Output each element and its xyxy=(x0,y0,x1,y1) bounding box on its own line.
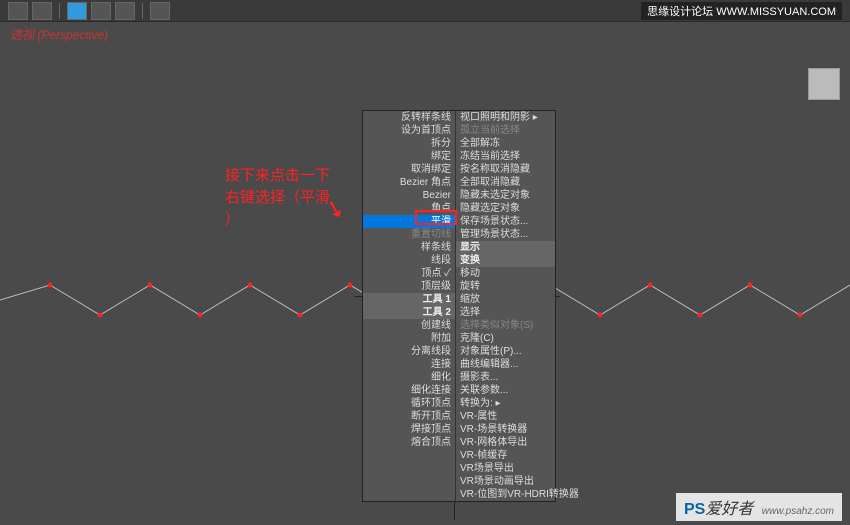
menu-item-menu-right-13[interactable]: 旋转 xyxy=(456,280,555,293)
menu-item-menu-right-9[interactable]: 管理场景状态... xyxy=(456,228,555,241)
menu-item-menu-right-14[interactable]: 缩放 xyxy=(456,293,555,306)
menu-item-menu-right-28[interactable]: VR场景动画导出 xyxy=(456,475,555,488)
menu-item-menu-left-23[interactable]: 断开顶点 xyxy=(363,410,455,423)
menu-item-menu-right-22[interactable]: 转换为: ▸ xyxy=(456,397,555,410)
menu-item-menu-left-25[interactable]: 熔合顶点 xyxy=(363,436,455,449)
toolbar-btn-1[interactable] xyxy=(8,2,28,20)
menu-item-menu-left-11[interactable]: 线段 xyxy=(363,254,455,267)
watermark-bottom: PS爱好者 www.psahz.com xyxy=(676,493,842,521)
menu-item-menu-right-15[interactable]: 选择 xyxy=(456,306,555,319)
watermark-top: 思缘设计论坛 WWW.MISSYUAN.COM xyxy=(641,2,842,20)
menu-item-menu-left-18[interactable]: 分离线段 xyxy=(363,345,455,358)
menu-item-menu-right-20[interactable]: 摄影表... xyxy=(456,371,555,384)
menu-item-menu-right-17[interactable]: 克隆(C) xyxy=(456,332,555,345)
menu-item-menu-right-16[interactable]: 选择类似对象(S) xyxy=(456,319,555,332)
menu-item-menu-right-4[interactable]: 按名称取消隐藏 xyxy=(456,163,555,176)
menu-item-menu-left-22[interactable]: 循环顶点 xyxy=(363,397,455,410)
toolbar-btn-2[interactable] xyxy=(32,2,52,20)
toolbar-btn-3[interactable] xyxy=(67,2,87,20)
menu-item-menu-left-20[interactable]: 细化 xyxy=(363,371,455,384)
menu-item-menu-left-17[interactable]: 附加 xyxy=(363,332,455,345)
menu-item-menu-left-10[interactable]: 样条线 xyxy=(363,241,455,254)
menu-item-menu-left-21[interactable]: 细化连接 xyxy=(363,384,455,397)
menu-item-menu-left-16[interactable]: 创建线 xyxy=(363,319,455,332)
menu-item-menu-left-12[interactable]: 顶点 ✓ xyxy=(363,267,455,280)
menu-item-menu-left-9[interactable]: 重置切线 xyxy=(363,228,455,241)
menu-item-menu-right-23[interactable]: VR-属性 xyxy=(456,410,555,423)
menu-item-menu-left-13[interactable]: 顶层级 xyxy=(363,280,455,293)
menu-item-menu-right-24[interactable]: VR-场景转换器 xyxy=(456,423,555,436)
menu-item-menu-right-12[interactable]: 移动 xyxy=(456,267,555,280)
viewport-label: 透视 (Perspective) xyxy=(10,26,108,43)
menu-item-menu-right-5[interactable]: 全部取消隐藏 xyxy=(456,176,555,189)
menu-item-menu-left-0[interactable]: 反转样条线 xyxy=(363,111,455,124)
menu-item-menu-right-7[interactable]: 隐藏选定对象 xyxy=(456,202,555,215)
menu-item-menu-left-24[interactable]: 焊接顶点 xyxy=(363,423,455,436)
menu-item-menu-right-19[interactable]: 曲线编辑器... xyxy=(456,358,555,371)
toolbar-btn-4[interactable] xyxy=(91,2,111,20)
menu-item-menu-right-25[interactable]: VR-网格体导出 xyxy=(456,436,555,449)
menu-item-menu-right-3[interactable]: 冻结当前选择 xyxy=(456,150,555,163)
toolbar-btn-6[interactable] xyxy=(150,2,170,20)
menu-item-menu-left-1[interactable]: 设为首顶点 xyxy=(363,124,455,137)
menu-item-menu-left-3[interactable]: 绑定 xyxy=(363,150,455,163)
menu-item-menu-right-8[interactable]: 保存场景状态... xyxy=(456,215,555,228)
menu-item-menu-right-1[interactable]: 孤立当前选择 xyxy=(456,124,555,137)
menu-item-menu-right-6[interactable]: 隐藏未选定对象 xyxy=(456,189,555,202)
menu-item-menu-left-2[interactable]: 拆分 xyxy=(363,137,455,150)
quad-context-menu: 反转样条线设为首顶点拆分绑定取消绑定Bezier 角点Bezier角点平滑重置切… xyxy=(362,110,556,502)
menu-item-menu-left-19[interactable]: 连接 xyxy=(363,358,455,371)
menu-item-menu-right-26[interactable]: VR-帧缓存 xyxy=(456,449,555,462)
menu-item-menu-right-27[interactable]: VR场景导出 xyxy=(456,462,555,475)
menu-item-menu-right-11: 变换 xyxy=(456,254,555,267)
menu-item-menu-right-18[interactable]: 对象属性(P)... xyxy=(456,345,555,358)
menu-item-menu-left-15: 工具 2 xyxy=(363,306,455,319)
menu-item-menu-left-5[interactable]: Bezier 角点 xyxy=(363,176,455,189)
menu-item-menu-right-0[interactable]: 视口照明和阴影 ▸ xyxy=(456,111,555,124)
annotation-text: 接下来点击一下 右键选择（平滑 ） xyxy=(225,165,330,231)
menu-item-menu-right-10: 显示 xyxy=(456,241,555,254)
menu-item-menu-left-4[interactable]: 取消绑定 xyxy=(363,163,455,176)
menu-item-menu-right-2[interactable]: 全部解冻 xyxy=(456,137,555,150)
menu-item-menu-right-29[interactable]: VR-位图到VR-HDRI转换器 xyxy=(456,488,555,501)
menu-item-menu-left-6[interactable]: Bezier xyxy=(363,189,455,202)
highlight-box xyxy=(415,210,457,225)
toolbar-btn-5[interactable] xyxy=(115,2,135,20)
viewcube[interactable] xyxy=(808,68,840,100)
menu-item-menu-right-21[interactable]: 关联参数... xyxy=(456,384,555,397)
menu-item-menu-left-14: 工具 1 xyxy=(363,293,455,306)
